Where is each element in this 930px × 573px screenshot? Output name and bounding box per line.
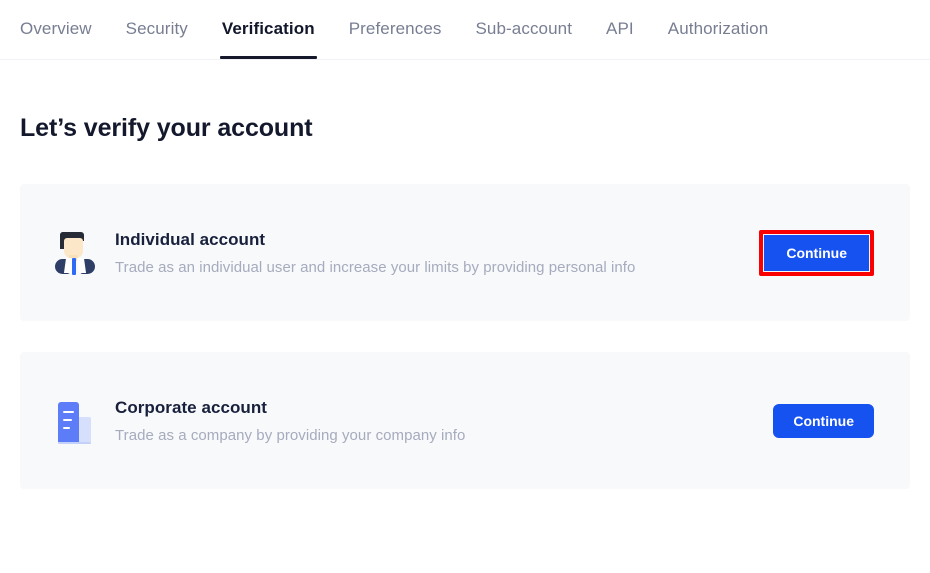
individual-account-title: Individual account <box>115 229 266 249</box>
corporate-account-description: Trade as a company by providing your com… <box>115 426 466 444</box>
account-tabs: Overview Security Verification Preferenc… <box>0 0 930 60</box>
corporate-continue-wrap: Continue <box>773 403 874 438</box>
corporate-account-text: Corporate account Trade as a company by … <box>115 398 773 444</box>
individual-account-text: Individual account Trade as an individua… <box>115 230 759 276</box>
tab-security[interactable]: Security <box>126 1 188 59</box>
individual-account-card[interactable]: Individual account Trade as an individua… <box>20 184 910 321</box>
individual-account-description: Trade as an individual user and increase… <box>115 258 636 276</box>
building-icon <box>53 398 97 444</box>
individual-continue-highlight: Continue <box>759 229 874 276</box>
tab-overview[interactable]: Overview <box>20 1 92 59</box>
person-icon <box>53 230 97 276</box>
page-title: Let’s verify your account <box>20 114 313 142</box>
individual-continue-button[interactable]: Continue <box>764 234 869 271</box>
tab-preferences[interactable]: Preferences <box>349 1 442 59</box>
verification-options: Individual account Trade as an individua… <box>0 184 930 489</box>
corporate-account-title: Corporate account <box>115 397 267 417</box>
corporate-continue-button[interactable]: Continue <box>773 403 874 438</box>
tab-sub-account[interactable]: Sub-account <box>475 1 572 59</box>
tab-authorization[interactable]: Authorization <box>668 1 769 59</box>
corporate-account-card[interactable]: Corporate account Trade as a company by … <box>20 352 910 489</box>
tab-api[interactable]: API <box>606 1 634 59</box>
tab-verification[interactable]: Verification <box>219 1 317 59</box>
